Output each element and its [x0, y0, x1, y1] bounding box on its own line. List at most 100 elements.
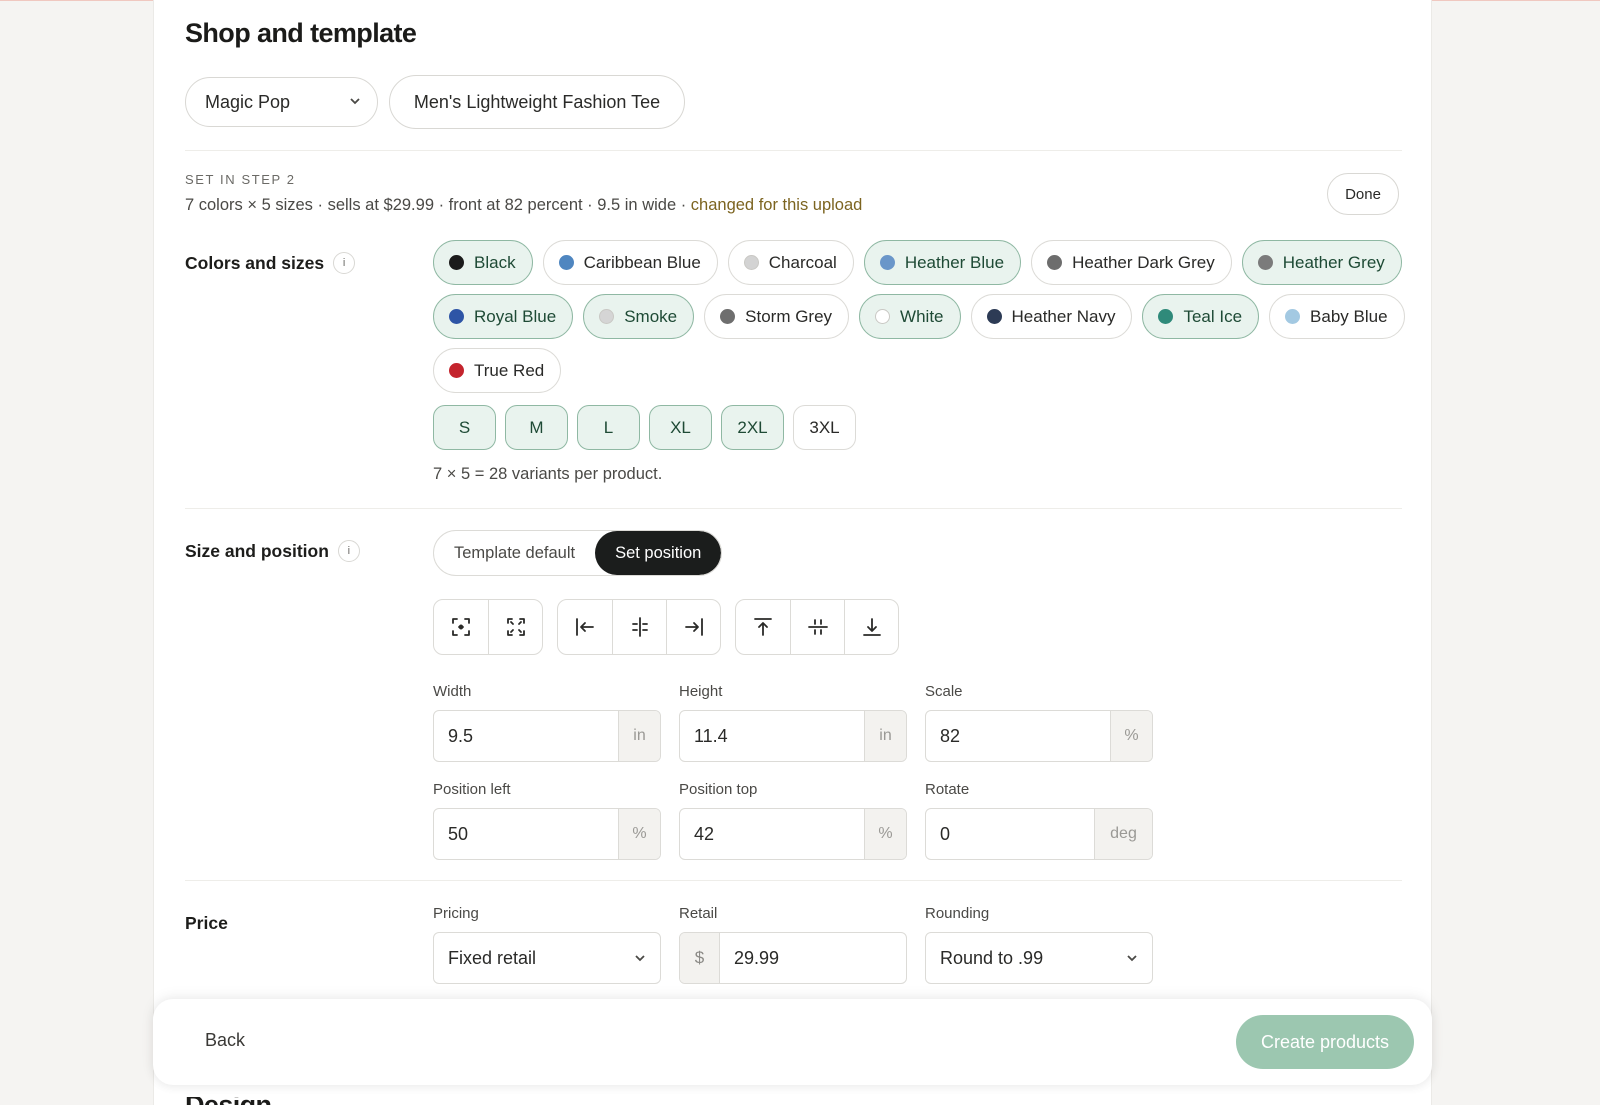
color-chip-royal-blue[interactable]: Royal Blue [433, 294, 574, 339]
align-bottom-button[interactable] [844, 600, 898, 654]
color-swatch [879, 255, 895, 270]
color-swatch [1047, 255, 1063, 270]
page-title: Shop and template [185, 18, 417, 48]
align-top-icon [754, 618, 772, 636]
shop-dropdown[interactable]: Magic Pop [185, 77, 378, 127]
color-chip-charcoal[interactable]: Charcoal [727, 240, 854, 285]
template-selector[interactable]: Men's Lightweight Fashion Tee [389, 75, 685, 129]
color-chip-smoke[interactable]: Smoke [583, 294, 695, 339]
color-chip-label: White [900, 306, 944, 326]
rotate-label: Rotate [925, 781, 970, 798]
position-left-unit: % [618, 809, 660, 859]
vertical-align-tools [735, 599, 899, 655]
color-chip-label: Heather Blue [904, 252, 1005, 272]
color-chip-heather-dark-grey[interactable]: Heather Dark Grey [1031, 240, 1232, 285]
color-chip-teal-ice[interactable]: Teal Ice [1142, 294, 1260, 339]
height-label: Height [679, 683, 723, 700]
height-unit: in [864, 711, 906, 761]
size-position-label-text: Size and position [185, 540, 329, 561]
color-chip-label: Heather Dark Grey [1072, 252, 1215, 272]
size-chip-l[interactable]: L [577, 405, 640, 450]
color-chip-row: Black Caribbean Blue Charcoal Heather Blue H… [433, 240, 1402, 285]
back-button[interactable]: Back [205, 1030, 245, 1051]
width-label: Width [433, 683, 472, 700]
color-chip-label: Heather Navy [1011, 306, 1116, 326]
color-swatch [1285, 309, 1301, 324]
color-swatch [720, 309, 736, 324]
size-chip-s[interactable]: S [433, 405, 496, 450]
width-value[interactable]: 9.5 [434, 711, 618, 761]
scale-value[interactable]: 82 [926, 711, 1110, 761]
chevron-down-icon [350, 98, 360, 105]
color-chips: Black Caribbean Blue Charcoal Heather Blue H… [433, 240, 1405, 402]
price-label-text: Price [185, 913, 228, 933]
fill-icon [506, 618, 525, 636]
color-chip-storm-grey[interactable]: Storm Grey [704, 294, 850, 339]
align-right-button[interactable] [666, 600, 720, 654]
create-products-button[interactable]: Create products [1236, 1015, 1414, 1069]
color-swatch [449, 255, 464, 270]
variant-count-note: 7 × 5 = 28 variants per product. [433, 465, 663, 483]
size-chip-3xl[interactable]: 3XL [793, 405, 856, 450]
divider [185, 150, 1402, 151]
color-chip-baby-blue[interactable]: Baby Blue [1269, 294, 1405, 339]
position-top-value[interactable]: 42 [680, 809, 864, 859]
info-icon[interactable]: i [333, 252, 356, 274]
align-middle-vertical-icon [807, 619, 828, 635]
set-position-option[interactable]: Set position [595, 531, 722, 575]
retail-field[interactable]: $ 29.99 [679, 932, 907, 984]
horizontal-align-tools [557, 599, 721, 655]
changed-note: changed for this upload [690, 196, 863, 214]
pricing-dropdown[interactable]: Fixed retail [433, 932, 661, 984]
align-left-button[interactable] [558, 600, 612, 654]
position-left-field[interactable]: 50 % [433, 808, 661, 860]
align-center-horizontal-button[interactable] [612, 600, 666, 654]
color-chip-caribbean-blue[interactable]: Caribbean Blue [542, 240, 718, 285]
rotate-field[interactable]: 0 deg [925, 808, 1153, 860]
fit-icon [452, 618, 470, 636]
color-chip-true-red[interactable]: True Red [433, 348, 562, 393]
color-chip-heather-blue[interactable]: Heather Blue [863, 240, 1022, 285]
align-middle-vertical-button[interactable] [790, 600, 844, 654]
color-chip-row: Royal Blue Smoke Storm Grey White Heather Na… [433, 294, 1405, 339]
size-position-label: Size and position i [185, 540, 360, 562]
width-field[interactable]: 9.5 in [433, 710, 661, 762]
color-chip-label: Teal Ice [1183, 306, 1243, 326]
divider [185, 508, 1402, 509]
price-label: Price [185, 913, 228, 934]
pricing-label: Pricing [433, 905, 479, 922]
color-swatch [558, 255, 574, 270]
retail-value[interactable]: 29.99 [720, 933, 906, 983]
scale-label: Scale [925, 683, 963, 700]
align-top-button[interactable] [736, 600, 790, 654]
position-top-unit: % [864, 809, 906, 859]
position-top-field[interactable]: 42 % [679, 808, 907, 860]
height-field[interactable]: 11.4 in [679, 710, 907, 762]
done-button[interactable]: Done [1327, 173, 1399, 215]
height-value[interactable]: 11.4 [680, 711, 864, 761]
colors-sizes-label-text: Colors and sizes [185, 252, 325, 273]
fit-button[interactable] [434, 600, 488, 654]
color-chip-heather-navy[interactable]: Heather Navy [970, 294, 1133, 339]
rounding-dropdown[interactable]: Round to .99 [925, 932, 1153, 984]
position-left-value[interactable]: 50 [434, 809, 618, 859]
info-icon[interactable]: i [337, 540, 360, 562]
rotate-value[interactable]: 0 [926, 809, 1094, 859]
color-swatch [1158, 309, 1174, 324]
position-top-label: Position top [679, 781, 758, 798]
color-chip-heather-grey[interactable]: Heather Grey [1241, 240, 1402, 285]
color-chip-label: Smoke [624, 306, 678, 326]
size-chip-2xl[interactable]: 2XL [721, 405, 784, 450]
step-label: SET IN STEP 2 [185, 172, 296, 187]
color-swatch [743, 255, 759, 270]
align-right-icon [684, 618, 703, 636]
template-default-option[interactable]: Template default [434, 531, 595, 575]
fill-button[interactable] [488, 600, 542, 654]
color-chip-black[interactable]: Black [433, 240, 533, 285]
color-chip-white[interactable]: White [859, 294, 961, 339]
size-chip-m[interactable]: M [505, 405, 568, 450]
scale-field[interactable]: 82 % [925, 710, 1153, 762]
align-left-icon [576, 618, 594, 636]
size-chip-xl[interactable]: XL [649, 405, 712, 450]
step-summary: 7 colors × 5 sizes · sells at $29.99 · f… [185, 196, 862, 215]
